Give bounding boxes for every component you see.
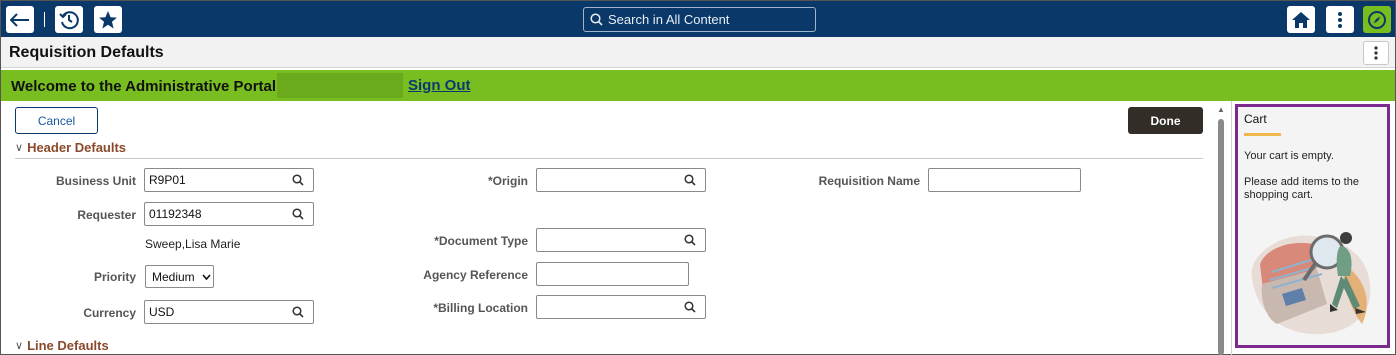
agency-reference-label: Agency Reference (423, 268, 528, 282)
back-button[interactable] (6, 6, 34, 33)
cart-empty-text: Your cart is empty. (1244, 150, 1334, 162)
currency-field[interactable]: USD (144, 300, 314, 324)
priority-value: Medium (152, 269, 195, 284)
lookup-icon[interactable] (292, 208, 308, 220)
page-title-bar: Requisition Defaults (1, 37, 1395, 68)
business-unit-value: R9P01 (149, 173, 186, 187)
priority-label: Priority (93, 270, 136, 284)
document-type-label: *Document Type (434, 234, 528, 248)
requisition-name-field[interactable] (928, 168, 1081, 192)
vertical-dots-icon (1338, 11, 1342, 28)
billing-location-label: *Billing Location (433, 301, 528, 315)
compass-icon (1368, 10, 1386, 29)
requester-field[interactable]: 01192348 (144, 202, 314, 226)
business-unit-label: Business Unit (55, 174, 136, 188)
user-name-redacted (277, 73, 403, 98)
scroll-up-icon[interactable]: ▲ (1217, 105, 1225, 114)
recent-places-button[interactable] (55, 6, 83, 33)
lookup-icon[interactable] (684, 174, 700, 186)
cart-message: Please add items to the shopping cart. (1244, 176, 1359, 201)
home-button[interactable] (1287, 6, 1315, 33)
page-title: Requisition Defaults (9, 44, 164, 61)
line-defaults-title: Line Defaults (27, 338, 109, 353)
currency-value: USD (149, 305, 175, 319)
agency-reference-field[interactable] (536, 262, 689, 286)
origin-field[interactable] (536, 168, 706, 192)
pane-divider (1231, 101, 1232, 355)
empty-cart-illustration (1251, 232, 1371, 335)
requester-value: 01192348 (149, 207, 202, 221)
section-divider (15, 158, 1203, 159)
sign-out-link[interactable]: Sign Out (408, 77, 471, 94)
lookup-icon[interactable] (292, 174, 308, 186)
billing-location-field[interactable] (536, 295, 706, 319)
search-icon (590, 13, 603, 26)
lookup-icon[interactable] (684, 301, 700, 313)
requester-label: Requester (77, 208, 136, 222)
favorites-button[interactable] (94, 6, 122, 33)
currency-label: Currency (83, 306, 136, 320)
actions-menu-button[interactable] (1326, 6, 1354, 33)
business-unit-field[interactable]: R9P01 (144, 168, 314, 192)
global-search-input[interactable]: Search in All Content (583, 7, 816, 32)
welcome-banner: Welcome to the Administrative Portal, Si… (1, 70, 1395, 101)
chevron-down-icon: ∨ (15, 142, 24, 154)
chevron-down-icon (202, 273, 211, 280)
page-actions-button[interactable] (1363, 41, 1389, 65)
top-nav-bar: Search in All Content (1, 1, 1395, 37)
history-icon (59, 10, 79, 29)
search-placeholder: Search in All Content (608, 12, 730, 27)
navbar-button[interactable] (1363, 6, 1391, 33)
cart-title-underline (1244, 133, 1281, 136)
star-icon (99, 10, 117, 28)
document-type-field[interactable] (536, 228, 706, 252)
chevron-down-icon: ∨ (15, 340, 24, 352)
requisition-name-label: Requisition Name (818, 174, 920, 188)
cart-panel: Cart Your cart is empty. Please add item… (1235, 104, 1390, 348)
lookup-icon[interactable] (684, 234, 700, 246)
requester-name: Sweep,Lisa Marie (145, 237, 241, 251)
cart-title: Cart (1244, 112, 1267, 126)
header-defaults-title: Header Defaults (27, 140, 127, 155)
lookup-icon[interactable] (292, 306, 308, 318)
welcome-text: Welcome to the Administrative Portal, (11, 78, 281, 95)
arrow-left-icon (10, 12, 29, 27)
vertical-dots-icon (1374, 46, 1378, 60)
scroll-thumb[interactable] (1218, 119, 1224, 355)
toolbar-separator (44, 12, 45, 27)
origin-label: *Origin (487, 174, 528, 188)
line-defaults-toggle[interactable]: ∨ Line Defaults (15, 338, 109, 353)
priority-select[interactable]: Medium (145, 265, 214, 288)
header-defaults-toggle[interactable]: ∨ Header Defaults (15, 140, 126, 155)
done-button[interactable]: Done (1128, 107, 1203, 134)
cancel-button[interactable]: Cancel (15, 107, 98, 134)
home-icon (1292, 11, 1310, 28)
